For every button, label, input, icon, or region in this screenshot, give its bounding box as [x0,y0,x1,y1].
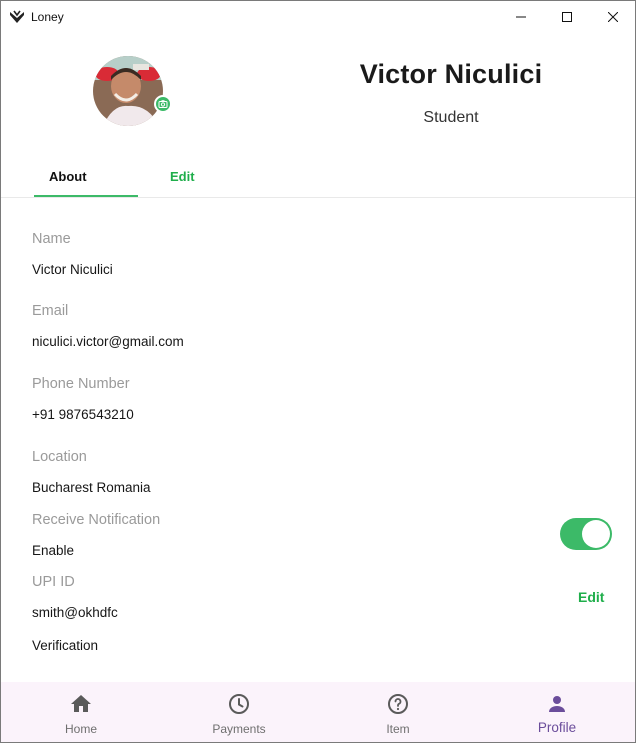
upi-label: UPI ID [32,574,75,590]
phone-label: Phone Number [32,376,130,392]
avatar[interactable] [93,56,163,126]
app-logo-icon [10,10,24,23]
nav-item-label: Item [386,722,410,736]
profile-role: Student [423,109,479,126]
notification-toggle[interactable] [560,518,612,550]
upi-value: smith@okhdfc [32,605,118,620]
window-title: Loney [31,10,64,24]
title-bar: Loney [1,1,635,32]
nav-home[interactable]: Home [21,682,141,742]
location-label: Location [32,449,87,465]
app-window: Loney Victor Niculici Student About Edit… [0,0,636,743]
phone-value: +91 9876543210 [32,407,134,422]
tab-about[interactable]: About [34,169,138,197]
toggle-knob [582,520,610,548]
profile-name: Victor Niculici [359,59,543,89]
location-value: Bucharest Romania [32,480,151,495]
nav-home-label: Home [64,722,97,736]
nav-payments[interactable]: Payments [179,682,299,742]
close-button[interactable] [590,1,635,32]
notification-value: Enable [32,543,75,558]
person-icon [549,696,565,712]
change-photo-button[interactable] [154,95,172,113]
tab-edit[interactable]: Edit [170,169,195,184]
maximize-button[interactable] [544,1,590,32]
clock-icon [229,694,249,714]
notification-label: Receive Notification [32,512,161,528]
home-icon [71,695,91,712]
nav-profile[interactable]: Profile [497,682,617,742]
nav-profile-label: Profile [537,720,577,735]
tab-divider [1,197,635,198]
verification-label: Verification [32,638,99,653]
nav-item[interactable]: Item [338,682,458,742]
upi-edit-button[interactable]: Edit [578,589,604,605]
nav-payments-label: Payments [212,722,266,736]
bottom-nav: Home Payments Item Profile [1,682,635,742]
email-label: Email [32,303,69,319]
camera-icon [158,100,168,108]
minimize-button[interactable] [498,1,544,32]
help-icon [388,694,408,714]
email-value: niculici.victor@gmail.com [32,334,184,349]
name-label: Name [32,231,71,247]
name-value: Victor Niculici [32,262,113,277]
